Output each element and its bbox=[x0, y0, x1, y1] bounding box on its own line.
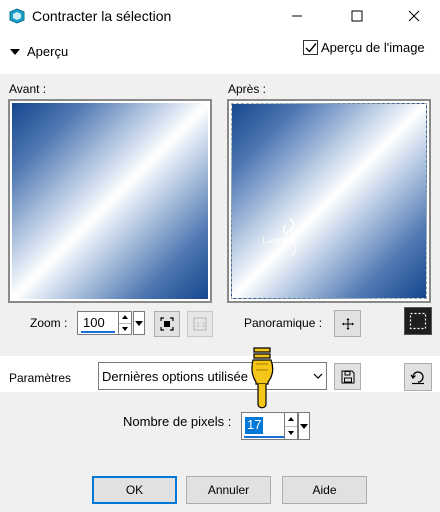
save-preset-button[interactable] bbox=[334, 363, 361, 390]
actual-size-icon: 1:1 bbox=[193, 317, 207, 331]
fit-window-icon bbox=[160, 317, 174, 331]
chevron-down-icon bbox=[313, 373, 323, 379]
ok-button[interactable]: OK bbox=[92, 476, 177, 504]
zoom-dropdown-button[interactable] bbox=[133, 311, 145, 335]
checkmark-icon bbox=[305, 43, 317, 53]
zoom-fit-button[interactable] bbox=[154, 311, 180, 337]
apercu-image-checkbox[interactable]: Aperçu de l'image bbox=[303, 40, 425, 55]
zoom-value: 100 bbox=[83, 315, 105, 330]
reset-button[interactable] bbox=[404, 363, 432, 391]
minimize-button[interactable] bbox=[274, 0, 320, 32]
preset-value: Dernières options utilisée bbox=[102, 369, 248, 384]
apercu-label: Aperçu bbox=[27, 44, 69, 59]
maximize-button[interactable] bbox=[334, 0, 380, 32]
close-icon bbox=[408, 10, 420, 22]
marquee-selection-icon bbox=[409, 312, 427, 330]
avant-label: Avant : bbox=[9, 82, 47, 96]
apercu-toggle[interactable]: Aperçu bbox=[10, 44, 68, 59]
dropdown-arrow-icon bbox=[135, 320, 143, 326]
close-button[interactable] bbox=[391, 0, 437, 32]
reset-icon bbox=[410, 371, 424, 385]
preview-avant[interactable] bbox=[8, 99, 212, 303]
app-icon bbox=[8, 8, 26, 24]
minimize-icon bbox=[292, 15, 302, 17]
pixels-up-button[interactable] bbox=[285, 413, 297, 426]
apercu-image-label: Aperçu de l'image bbox=[321, 40, 425, 55]
input-focus-underline bbox=[244, 436, 284, 438]
pixels-label: Nombre de pixels : bbox=[123, 414, 232, 429]
collapse-triangle-icon bbox=[10, 48, 20, 55]
pixels-spinner[interactable] bbox=[284, 412, 298, 440]
help-button[interactable]: Aide bbox=[282, 476, 367, 504]
dropdown-arrow-icon bbox=[300, 423, 308, 429]
svg-text:1:1: 1:1 bbox=[196, 322, 206, 329]
pointer-hand-icon bbox=[248, 344, 278, 412]
maximize-icon bbox=[351, 10, 363, 22]
pixels-slider-button[interactable] bbox=[298, 412, 310, 440]
pan-button[interactable] bbox=[334, 310, 361, 337]
preview-apres[interactable] bbox=[227, 99, 431, 303]
zoom-up-button[interactable] bbox=[119, 312, 131, 323]
pixels-value: 17 bbox=[245, 417, 264, 434]
window-title: Contracter la sélection bbox=[32, 8, 172, 24]
watermark-text: Laurette bbox=[262, 236, 297, 245]
selection-mode-button[interactable] bbox=[404, 307, 432, 335]
parametres-label: Paramètres bbox=[9, 371, 72, 385]
preview-avant-image bbox=[12, 103, 208, 299]
preview-apres-image bbox=[231, 103, 427, 299]
zoom-actual-size-button[interactable]: 1:1 bbox=[187, 311, 213, 337]
pixels-down-button[interactable] bbox=[285, 425, 297, 440]
zoom-spinner[interactable] bbox=[118, 311, 132, 335]
zoom-label: Zoom : bbox=[30, 316, 68, 330]
save-icon bbox=[341, 370, 354, 383]
arrow-up-icon bbox=[288, 417, 294, 422]
cancel-button[interactable]: Annuler bbox=[186, 476, 271, 504]
move-cross-icon bbox=[341, 317, 354, 330]
zoom-down-button[interactable] bbox=[119, 322, 131, 335]
arrow-up-icon bbox=[122, 315, 128, 320]
checkbox-box[interactable] bbox=[303, 40, 318, 55]
arrow-down-icon bbox=[122, 326, 128, 331]
zoom-input[interactable]: 100 bbox=[77, 311, 119, 335]
watermark-logo: Laurette bbox=[262, 215, 312, 265]
preset-dropdown-arrow[interactable] bbox=[310, 363, 326, 389]
panoramique-label: Panoramique : bbox=[244, 316, 323, 330]
arrow-down-icon bbox=[288, 430, 294, 435]
apres-label: Après : bbox=[228, 82, 267, 96]
